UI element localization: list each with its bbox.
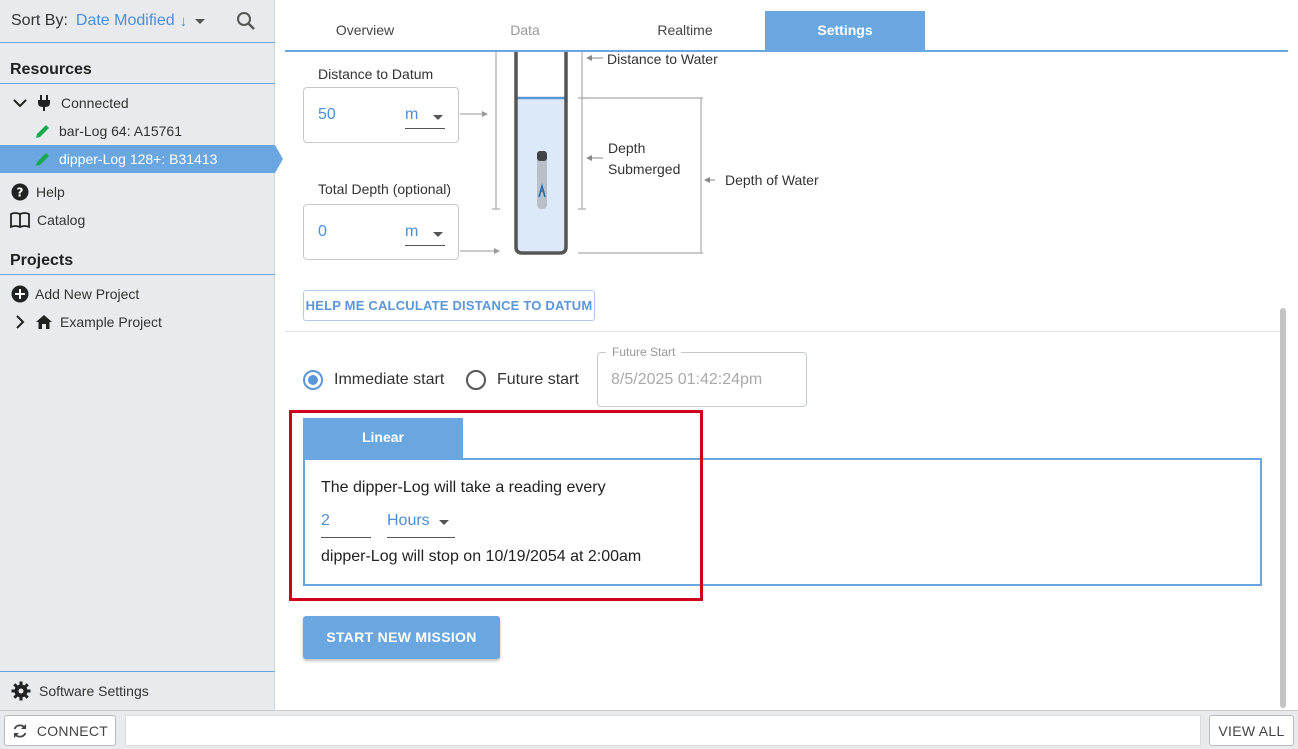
tab-settings[interactable]: Settings bbox=[765, 11, 925, 50]
total-depth-field[interactable]: 0 m bbox=[303, 204, 459, 260]
sort-value[interactable]: Date Modified bbox=[76, 12, 175, 30]
sort-dropdown-icon[interactable] bbox=[195, 18, 206, 24]
connected-label: Connected bbox=[61, 95, 129, 111]
device-label: dipper-Log 128+: B31413 bbox=[59, 151, 218, 167]
connect-button[interactable]: CONNECT bbox=[4, 715, 116, 746]
immediate-start-label: Immediate start bbox=[334, 371, 445, 388]
sidebar-item-catalog[interactable]: Catalog bbox=[0, 206, 275, 234]
tab-overview[interactable]: Overview bbox=[285, 11, 445, 50]
caret-down-icon bbox=[433, 232, 443, 237]
project-item-example[interactable]: Example Project bbox=[0, 308, 275, 336]
book-icon bbox=[10, 212, 30, 228]
pencil-icon bbox=[36, 153, 49, 166]
resources-header: Resources bbox=[0, 57, 275, 84]
distance-unit-select[interactable]: m bbox=[405, 106, 445, 129]
catalog-label: Catalog bbox=[37, 212, 86, 228]
total-depth-value[interactable]: 0 bbox=[318, 223, 327, 241]
sidebar: Sort By: Date Modified ↓ Resources Conne… bbox=[0, 0, 283, 710]
software-settings-label: Software Settings bbox=[39, 683, 149, 699]
depth-of-water-label: Depth of Water bbox=[725, 172, 819, 188]
scrollbar[interactable] bbox=[1280, 308, 1286, 708]
device-item-dipperlog[interactable]: dipper-Log 128+: B31413 bbox=[0, 145, 283, 173]
future-start-field[interactable]: Future Start 8/5/2025 01:42:24pm bbox=[597, 345, 807, 407]
highlight-box bbox=[289, 410, 703, 601]
help-calculate-datum-button[interactable]: HELP ME CALCULATE DISTANCE TO DATUM bbox=[303, 290, 595, 321]
total-depth-label: Total Depth (optional) bbox=[318, 181, 452, 197]
pencil-icon bbox=[36, 125, 49, 138]
sidebar-item-help[interactable]: ? Help bbox=[0, 178, 275, 206]
depth-submerged-label-line1: Depth bbox=[608, 140, 646, 156]
add-project-label: Add New Project bbox=[35, 286, 140, 302]
divider bbox=[0, 671, 275, 672]
device-item-barlog[interactable]: bar-Log 64: A15761 bbox=[0, 117, 275, 145]
projects-header: Projects bbox=[0, 248, 275, 275]
future-start-value: 8/5/2025 01:42:24pm bbox=[611, 371, 763, 388]
refresh-icon bbox=[13, 723, 27, 738]
section-divider bbox=[285, 331, 1280, 332]
software-settings-button[interactable]: Software Settings bbox=[0, 677, 275, 705]
start-new-mission-button[interactable]: START NEW MISSION bbox=[303, 616, 500, 659]
gear-icon bbox=[11, 681, 31, 701]
device-label: bar-Log 64: A15761 bbox=[59, 123, 182, 139]
distance-to-datum-value[interactable]: 50 bbox=[318, 106, 336, 124]
immediate-start-radio[interactable] bbox=[303, 370, 323, 390]
well-diagram bbox=[460, 52, 715, 255]
help-label: Help bbox=[36, 184, 65, 200]
plug-icon bbox=[38, 95, 50, 111]
chevron-down-icon[interactable] bbox=[12, 95, 28, 111]
status-input[interactable] bbox=[125, 715, 1201, 746]
add-new-project-button[interactable]: Add New Project bbox=[0, 280, 275, 308]
connect-label: CONNECT bbox=[36, 722, 109, 739]
tab-bar: Overview Data Realtime Settings bbox=[285, 11, 1288, 52]
total-depth-unit-select[interactable]: m bbox=[405, 223, 445, 246]
view-all-button[interactable]: VIEW ALL bbox=[1209, 715, 1294, 746]
footer-bar: CONNECT VIEW ALL bbox=[0, 710, 1298, 749]
svg-text:?: ? bbox=[17, 186, 24, 200]
distance-to-datum-label: Distance to Datum bbox=[318, 66, 434, 82]
sort-label: Sort By: bbox=[11, 12, 68, 29]
future-start-legend: Future Start bbox=[606, 345, 682, 359]
help-icon: ? bbox=[11, 183, 29, 201]
future-start-label: Future start bbox=[497, 371, 579, 388]
distance-to-water-label: Distance to Water bbox=[607, 51, 718, 67]
arrow-down-icon: ↓ bbox=[179, 12, 188, 30]
home-icon bbox=[36, 315, 52, 329]
search-icon[interactable] bbox=[236, 11, 256, 36]
connected-group[interactable]: Connected bbox=[0, 89, 275, 117]
distance-to-datum-field[interactable]: 50 m bbox=[303, 87, 459, 143]
chevron-right-icon[interactable] bbox=[13, 314, 27, 330]
future-start-radio[interactable] bbox=[466, 370, 486, 390]
sort-bar[interactable]: Sort By: Date Modified ↓ bbox=[0, 0, 275, 43]
tab-realtime[interactable]: Realtime bbox=[605, 11, 765, 50]
caret-down-icon bbox=[433, 115, 443, 120]
example-project-label: Example Project bbox=[60, 314, 162, 330]
tab-data[interactable]: Data bbox=[445, 11, 605, 50]
depth-submerged-label-line2: Submerged bbox=[608, 161, 681, 177]
add-circle-icon bbox=[11, 285, 29, 303]
